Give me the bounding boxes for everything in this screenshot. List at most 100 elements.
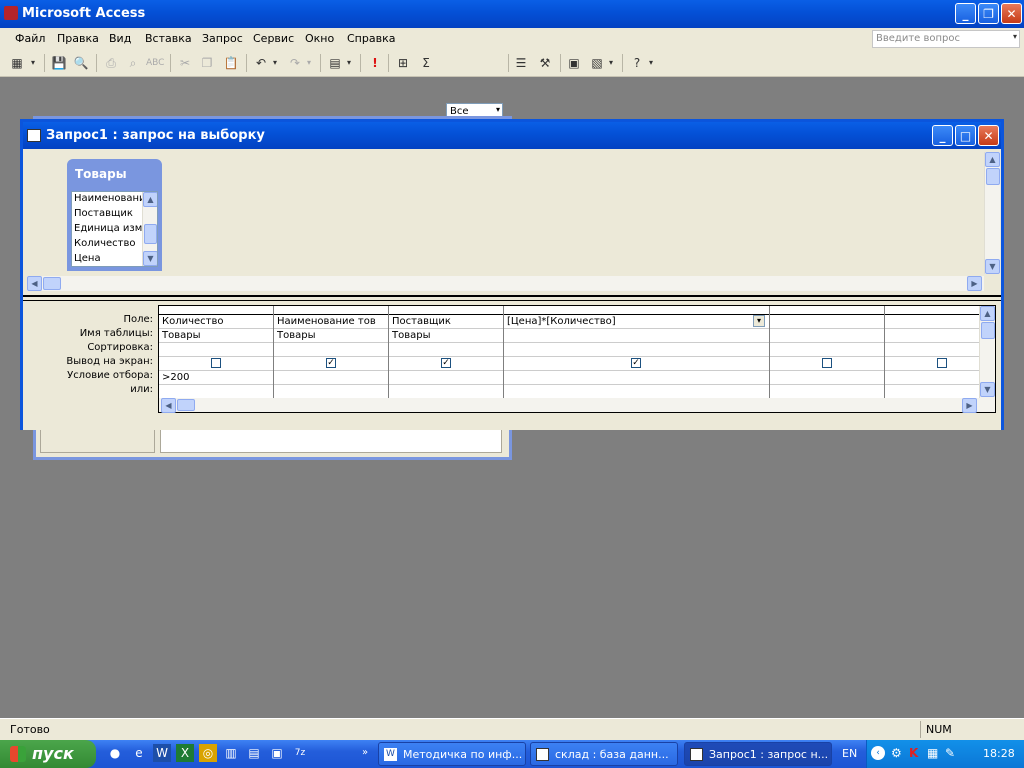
chevron-down-icon[interactable]: ▾ bbox=[304, 55, 314, 71]
menu-window[interactable]: Окно bbox=[305, 32, 334, 45]
scroll-right-icon[interactable]: ▶ bbox=[967, 276, 982, 291]
show-checkbox[interactable]: ✓ bbox=[326, 358, 336, 368]
close-button[interactable]: ✕ bbox=[1001, 3, 1022, 24]
chevron-left-icon[interactable]: ‹ bbox=[871, 746, 885, 760]
file-search-icon[interactable]: 🔍 bbox=[72, 55, 90, 71]
scroll-up-icon[interactable]: ▲ bbox=[143, 192, 157, 207]
scroll-down-icon[interactable]: ▼ bbox=[143, 251, 157, 266]
chevron-down-icon[interactable]: ▾ bbox=[28, 55, 38, 71]
chevron-down-icon[interactable]: ▾ bbox=[646, 55, 656, 71]
new-object-icon[interactable]: ▧ bbox=[588, 55, 606, 71]
show-table-icon[interactable]: ⊞ bbox=[394, 55, 412, 71]
menu-insert[interactable]: Вставка bbox=[145, 32, 192, 45]
print-preview-icon[interactable]: ⌕ bbox=[124, 55, 142, 71]
paste-icon[interactable]: 📋 bbox=[222, 55, 240, 71]
scroll-left-icon[interactable]: ◀ bbox=[27, 276, 42, 291]
grid-table-cell[interactable]: Товары bbox=[392, 330, 431, 341]
scroll-down-icon[interactable]: ▼ bbox=[985, 259, 1000, 274]
menu-help[interactable]: Справка bbox=[347, 32, 395, 45]
chevron-down-icon[interactable]: ▾ bbox=[270, 55, 280, 71]
help-question-input[interactable]: Введите вопрос ▾ bbox=[872, 30, 1020, 48]
query-maximize-button[interactable]: □ bbox=[955, 125, 976, 146]
copy-icon[interactable]: ❐ bbox=[198, 55, 216, 71]
grid-column[interactable] bbox=[770, 306, 885, 398]
help-icon[interactable]: ? bbox=[628, 55, 646, 71]
build-icon[interactable]: ⚒ bbox=[536, 55, 554, 71]
table-pane-vertical-scrollbar[interactable]: ▲ ▼ bbox=[984, 152, 1000, 274]
scroll-down-icon[interactable]: ▼ bbox=[980, 382, 995, 397]
query-type-icon[interactable]: ▤ bbox=[326, 55, 344, 71]
grid-column[interactable]: Поставщик Товары ✓ bbox=[389, 306, 504, 398]
menu-view[interactable]: Вид bbox=[109, 32, 131, 45]
print-icon[interactable]: ⎙ bbox=[102, 55, 120, 71]
properties-icon[interactable]: ☰ bbox=[512, 55, 530, 71]
undo-icon[interactable]: ↶ bbox=[252, 55, 270, 71]
save-icon[interactable]: 💾 bbox=[50, 55, 68, 71]
scroll-up-icon[interactable]: ▲ bbox=[985, 152, 1000, 167]
grid-criteria-cell[interactable]: >200 bbox=[162, 372, 189, 383]
tray-icon[interactable]: ⚙ bbox=[891, 746, 902, 760]
chevron-down-icon[interactable]: ▾ bbox=[1013, 32, 1017, 41]
show-checkbox[interactable] bbox=[822, 358, 832, 368]
grid-column[interactable]: [Цена]*[Количество] ▾ ✓ bbox=[504, 306, 770, 398]
menu-file[interactable]: Файл bbox=[15, 32, 45, 45]
word-icon[interactable]: W bbox=[153, 744, 171, 762]
archive-icon[interactable]: 7z bbox=[291, 744, 309, 762]
show-checkbox[interactable] bbox=[937, 358, 947, 368]
view-icon[interactable]: ▦ bbox=[8, 55, 26, 71]
menu-tools[interactable]: Сервис bbox=[253, 32, 294, 45]
chevron-down-icon[interactable]: ▾ bbox=[753, 315, 765, 327]
show-checkbox[interactable] bbox=[211, 358, 221, 368]
field-list-item[interactable]: Наименование bbox=[74, 193, 152, 204]
field-list-item[interactable]: Цена bbox=[74, 253, 101, 264]
internet-explorer-icon[interactable]: e bbox=[130, 744, 148, 762]
grid-field-cell[interactable]: Количество bbox=[162, 316, 224, 327]
scroll-thumb[interactable] bbox=[177, 399, 195, 411]
spelling-icon[interactable]: ABC bbox=[146, 55, 164, 71]
chevron-down-icon[interactable]: ▾ bbox=[344, 55, 354, 71]
browser-icon[interactable]: ● bbox=[106, 744, 124, 762]
chevron-down-icon[interactable]: ▾ bbox=[606, 55, 616, 71]
table-pane-horizontal-scrollbar[interactable]: ◀ ▶ bbox=[27, 276, 984, 291]
tray-icon[interactable]: ✎ bbox=[945, 746, 955, 760]
run-icon[interactable]: ! bbox=[366, 55, 384, 71]
app-icon[interactable]: ▣ bbox=[268, 744, 286, 762]
grid-table-cell[interactable]: Товары bbox=[162, 330, 201, 341]
taskbar-item[interactable]: W Методичка по инф... bbox=[378, 742, 526, 766]
start-button[interactable]: пуск bbox=[0, 740, 96, 768]
grid-column[interactable]: Наименование тов Товары ✓ bbox=[274, 306, 389, 398]
scroll-right-icon[interactable]: ▶ bbox=[962, 398, 977, 413]
language-indicator[interactable]: EN bbox=[842, 747, 857, 760]
query-minimize-button[interactable]: _ bbox=[932, 125, 953, 146]
field-list-scrollbar[interactable]: ▲ ▼ bbox=[142, 192, 157, 266]
grid-vertical-scrollbar[interactable]: ▲ ▼ bbox=[979, 306, 995, 398]
field-list-item[interactable]: Единица изме bbox=[74, 223, 148, 234]
scroll-left-icon[interactable]: ◀ bbox=[161, 398, 176, 413]
field-list-item[interactable]: Поставщик bbox=[74, 208, 133, 219]
show-checkbox[interactable]: ✓ bbox=[631, 358, 641, 368]
grid-column[interactable] bbox=[885, 306, 979, 398]
minimize-button[interactable]: _ bbox=[955, 3, 976, 24]
show-checkbox[interactable]: ✓ bbox=[441, 358, 451, 368]
redo-icon[interactable]: ↷ bbox=[286, 55, 304, 71]
grid-field-cell[interactable]: Наименование тов bbox=[277, 316, 376, 327]
excel-icon[interactable]: X bbox=[176, 744, 194, 762]
totals-icon[interactable]: Σ bbox=[417, 55, 435, 71]
menu-query[interactable]: Запрос bbox=[202, 32, 243, 45]
field-list-window[interactable]: Товары Наименование Поставщик Единица из… bbox=[67, 159, 162, 271]
scroll-thumb[interactable] bbox=[981, 322, 995, 339]
taskbar-item[interactable]: склад : база данн... bbox=[530, 742, 678, 766]
query-close-button[interactable]: ✕ bbox=[978, 125, 999, 146]
scroll-up-icon[interactable]: ▲ bbox=[980, 306, 995, 321]
chevron-down-icon[interactable]: ▾ bbox=[496, 105, 500, 114]
grid-column[interactable]: Количество Товары >200 bbox=[159, 306, 274, 398]
pane-splitter[interactable] bbox=[23, 295, 1001, 301]
grid-field-cell[interactable]: Поставщик bbox=[392, 316, 451, 327]
restore-button[interactable]: ❐ bbox=[978, 3, 999, 24]
outlook-icon[interactable]: ◎ bbox=[199, 744, 217, 762]
scroll-thumb[interactable] bbox=[986, 168, 1000, 185]
database-window-icon[interactable]: ▣ bbox=[565, 55, 583, 71]
scroll-thumb[interactable] bbox=[144, 224, 157, 244]
field-list-item[interactable]: Количество bbox=[74, 238, 136, 249]
network-icon[interactable]: ▦ bbox=[927, 746, 938, 760]
